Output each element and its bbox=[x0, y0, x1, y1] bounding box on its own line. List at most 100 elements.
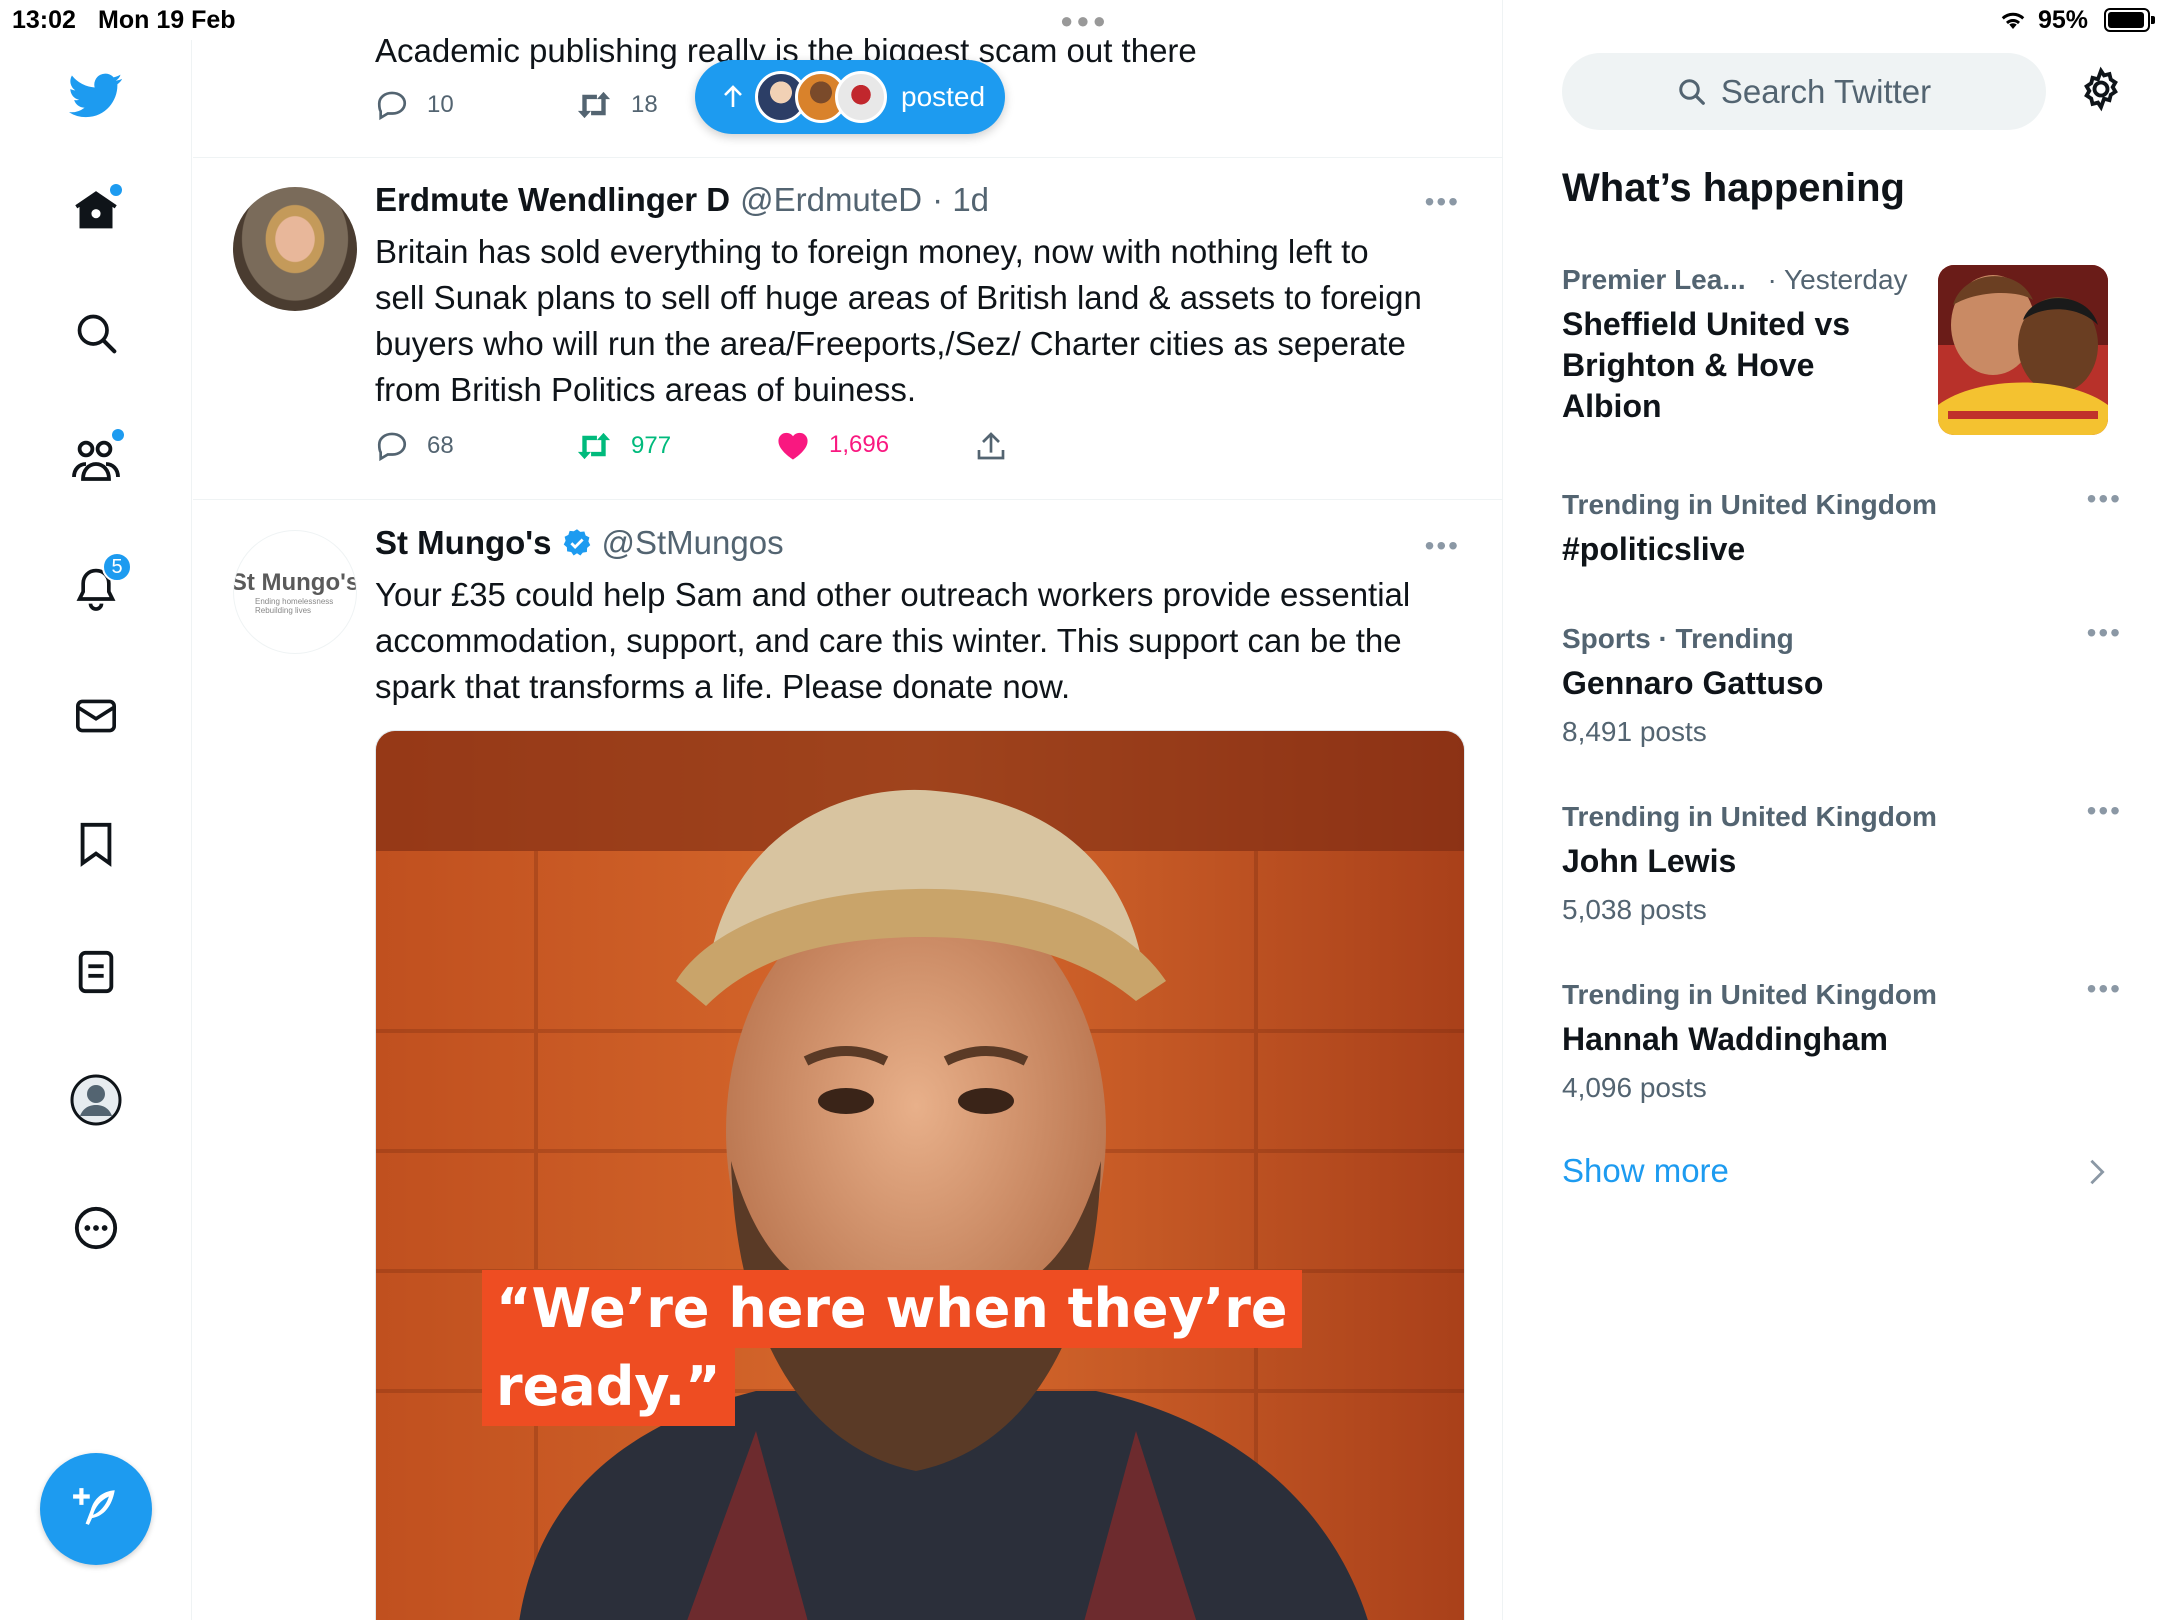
author-name[interactable]: Erdmute Wendlinger D bbox=[375, 181, 730, 219]
compose-icon bbox=[73, 1488, 115, 1525]
trend-time: · Yesterday bbox=[1767, 264, 1908, 295]
retweet-button[interactable]: 977 bbox=[575, 429, 671, 463]
trend-name-line: Sheffield United vs bbox=[1562, 306, 1851, 342]
divider bbox=[193, 157, 1502, 158]
trend-category: Trending in United Kingdom bbox=[1562, 979, 1937, 1010]
profile-icon[interactable] bbox=[66, 1070, 126, 1130]
compose-button[interactable] bbox=[40, 1453, 152, 1565]
avatar bbox=[835, 71, 887, 123]
trend-more-icon[interactable]: ••• bbox=[2087, 973, 2122, 1005]
home-icon[interactable] bbox=[66, 180, 126, 240]
tweet-text-line: sell Sunak plans to sell off huge areas … bbox=[375, 279, 1422, 316]
retweet-icon bbox=[577, 432, 611, 460]
verified-badge-icon bbox=[563, 529, 590, 556]
trend-count: 5,038 posts bbox=[1562, 894, 1707, 925]
left-nav: 5 bbox=[0, 40, 192, 1620]
trend-item[interactable]: Trending in United Kingdom #politicslive… bbox=[1562, 483, 2122, 570]
trend-thumbnail-image[interactable] bbox=[1938, 265, 2108, 435]
man-portrait-image bbox=[376, 731, 1464, 1620]
tweet-time: · 1d bbox=[932, 181, 990, 218]
tweet-header: St Mungo's @StMungos bbox=[375, 524, 784, 562]
arrow-up-icon bbox=[724, 85, 742, 107]
author-handle: @StMungos bbox=[601, 524, 784, 561]
reply-button[interactable]: 68 bbox=[375, 429, 454, 463]
trend-item[interactable]: Premier Lea... · Yesterday Sheffield Uni… bbox=[1562, 264, 1932, 427]
retweet-icon bbox=[577, 91, 611, 119]
image-quote-line1: “We’re here when they’re bbox=[482, 1270, 1302, 1348]
search-input[interactable]: Search Twitter bbox=[1562, 53, 2046, 130]
trend-category: Sports · Trending bbox=[1562, 623, 1794, 654]
notifications-badge: 5 bbox=[102, 552, 132, 582]
timeline: Academic publishing really is the bigges… bbox=[193, 0, 1503, 1620]
notifications-icon[interactable]: 5 bbox=[66, 552, 132, 618]
tweet-text: Your £35 could help Sam and other outrea… bbox=[375, 572, 1455, 710]
reply-icon bbox=[377, 91, 407, 121]
trend-name: John Lewis bbox=[1562, 843, 1737, 879]
right-sidebar: Search Twitter What’s happening Premier … bbox=[1504, 0, 2160, 1620]
trend-item[interactable]: Sports · Trending Gennaro Gattuso 8,491 … bbox=[1562, 617, 2122, 748]
avatar[interactable]: St Mungo's Ending homelessness Rebuildin… bbox=[233, 530, 357, 654]
twitter-logo-icon[interactable] bbox=[66, 66, 126, 126]
tweet-text-line: spark that transforms a life. Please don… bbox=[375, 668, 1071, 705]
lists-icon[interactable] bbox=[66, 942, 126, 1002]
new-posts-pill[interactable]: posted bbox=[695, 60, 1005, 134]
trend-more-icon[interactable]: ••• bbox=[2087, 617, 2122, 649]
tweet-image[interactable]: “We’re here when they’re ready.” bbox=[375, 730, 1465, 1620]
show-more-link[interactable]: Show more bbox=[1562, 1152, 1729, 1190]
trend-category: Premier Lea... bbox=[1562, 264, 1746, 295]
tweet-more-icon[interactable]: ••• bbox=[1425, 530, 1460, 562]
trend-item[interactable]: Trending in United Kingdom Hannah Waddin… bbox=[1562, 973, 2122, 1104]
retweet-count: 18 bbox=[631, 91, 658, 118]
communities-icon[interactable] bbox=[66, 429, 126, 489]
share-button[interactable] bbox=[975, 429, 1007, 463]
whats-happening-title: What’s happening bbox=[1562, 166, 1905, 210]
trend-name-line: Albion bbox=[1562, 388, 1662, 424]
tweet-text-line: accommodation, support, and care this wi… bbox=[375, 622, 1402, 659]
trend-name-line: Brighton & Hove bbox=[1562, 347, 1815, 383]
tweet-text: Britain has sold everything to foreign m… bbox=[375, 229, 1455, 413]
posted-label: posted bbox=[901, 81, 986, 112]
reply-count: 10 bbox=[427, 91, 454, 118]
share-icon bbox=[977, 432, 1005, 460]
avatar[interactable] bbox=[233, 187, 357, 311]
trend-category: Trending in United Kingdom bbox=[1562, 801, 1937, 832]
trend-count: 4,096 posts bbox=[1562, 1072, 1707, 1103]
trend-name: #politicslive bbox=[1562, 531, 1746, 567]
trend-more-icon[interactable]: ••• bbox=[2087, 795, 2122, 827]
search-icon bbox=[1679, 78, 1705, 105]
posted-avatars bbox=[755, 71, 887, 123]
retweet-button[interactable]: 18 bbox=[575, 88, 658, 122]
trend-category: Trending in United Kingdom bbox=[1562, 489, 1937, 520]
trend-meta: Premier Lea... · Yesterday bbox=[1562, 264, 1932, 296]
avatar-logo-text: St Mungo's bbox=[233, 569, 357, 596]
trend-more-icon[interactable]: ••• bbox=[2087, 483, 2122, 515]
retweet-count: 977 bbox=[631, 432, 672, 459]
bookmarks-icon[interactable] bbox=[66, 814, 126, 874]
tweet-text-line: Britain has sold everything to foreign m… bbox=[375, 233, 1369, 270]
like-button[interactable]: 1,696 bbox=[775, 429, 889, 461]
avatar-tagline: Ending homelessness Rebuilding lives bbox=[255, 597, 334, 615]
reply-button[interactable]: 10 bbox=[375, 88, 454, 122]
tweet-header: Erdmute Wendlinger D @ErdmuteD · 1d bbox=[375, 181, 989, 219]
reply-count: 68 bbox=[427, 432, 454, 459]
chevron-right-icon[interactable] bbox=[2088, 1158, 2106, 1191]
tweet-text-line: from British Politics areas of buiness. bbox=[375, 371, 917, 408]
messages-icon[interactable] bbox=[66, 686, 126, 746]
trend-name: Hannah Waddingham bbox=[1562, 1021, 1888, 1057]
tweet-text-line: buyers who will run the area/Freeports,/… bbox=[375, 325, 1406, 362]
tweet-actions: 68 977 1,696 bbox=[375, 429, 1275, 469]
status-time: 13:02 bbox=[12, 6, 76, 34]
search-placeholder: Search Twitter bbox=[1720, 72, 1932, 110]
more-icon[interactable] bbox=[66, 1198, 126, 1258]
author-name[interactable]: St Mungo's bbox=[375, 524, 552, 562]
trend-name: Gennaro Gattuso bbox=[1562, 665, 1824, 701]
trend-item[interactable]: Trending in United Kingdom John Lewis 5,… bbox=[1562, 795, 2122, 926]
search-icon[interactable] bbox=[66, 303, 126, 363]
trend-name: Sheffield United vs Brighton & Hove Albi… bbox=[1562, 304, 1932, 427]
home-unread-dot bbox=[110, 184, 122, 196]
settings-gear-icon[interactable] bbox=[2078, 66, 2124, 117]
author-handle: @ErdmuteD bbox=[740, 181, 923, 218]
heart-icon bbox=[778, 432, 808, 460]
tweet-more-icon[interactable]: ••• bbox=[1425, 186, 1460, 218]
like-count: 1,696 bbox=[829, 431, 890, 458]
